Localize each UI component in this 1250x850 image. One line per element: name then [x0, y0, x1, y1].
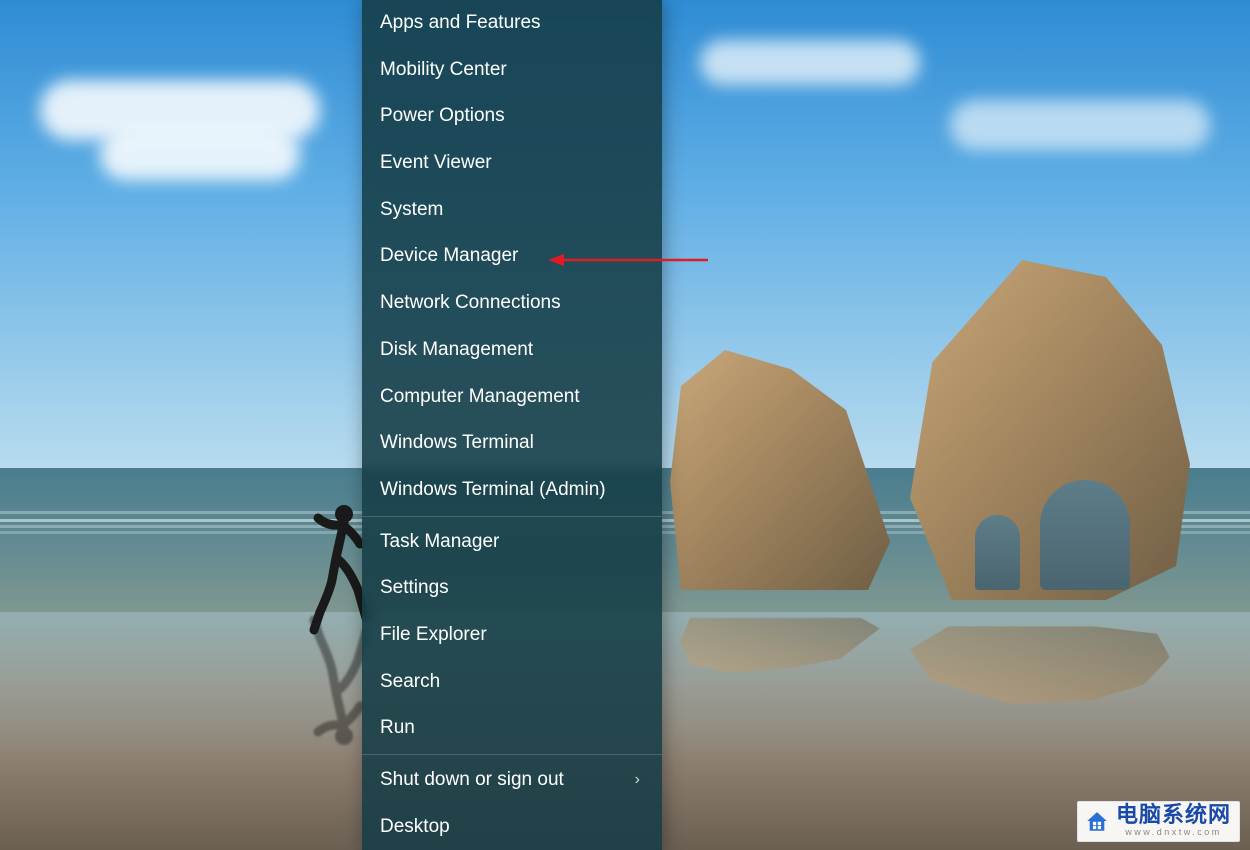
menu-item-computer-management[interactable]: Computer Management: [362, 374, 662, 421]
menu-item-desktop[interactable]: Desktop: [362, 804, 662, 850]
menu-separator: [362, 516, 662, 517]
menu-item-label: System: [380, 198, 443, 223]
menu-item-label: Windows Terminal (Admin): [380, 478, 606, 503]
menu-item-run[interactable]: Run: [362, 705, 662, 752]
desktop-wallpaper: Apps and Features Mobility Center Power Op…: [0, 0, 1250, 850]
menu-item-shutdown-signout[interactable]: Shut down or sign out ›: [362, 757, 662, 804]
menu-item-label: Mobility Center: [380, 58, 507, 83]
watermark-title: 电脑系统网: [1116, 804, 1231, 826]
menu-item-file-explorer[interactable]: File Explorer: [362, 612, 662, 659]
cloud: [700, 40, 920, 85]
menu-item-device-manager[interactable]: Device Manager: [362, 233, 662, 280]
menu-item-event-viewer[interactable]: Event Viewer: [362, 140, 662, 187]
menu-item-disk-management[interactable]: Disk Management: [362, 327, 662, 374]
menu-item-label: Shut down or sign out: [380, 768, 564, 793]
menu-item-label: Run: [380, 716, 415, 741]
menu-item-label: Network Connections: [380, 291, 561, 316]
menu-item-search[interactable]: Search: [362, 659, 662, 706]
menu-item-network-connections[interactable]: Network Connections: [362, 280, 662, 327]
cloud: [100, 130, 300, 180]
menu-item-label: Desktop: [380, 815, 450, 840]
menu-item-label: Search: [380, 670, 440, 695]
menu-item-label: Computer Management: [380, 385, 580, 410]
menu-item-label: Apps and Features: [380, 11, 541, 36]
chevron-right-icon: ›: [635, 770, 640, 791]
watermark: 电脑系统网 www.dnxtw.com: [1077, 801, 1240, 842]
menu-item-label: Device Manager: [380, 244, 518, 269]
menu-item-label: Disk Management: [380, 338, 533, 363]
menu-separator: [362, 754, 662, 755]
watermark-subtitle: www.dnxtw.com: [1116, 828, 1231, 837]
menu-item-label: File Explorer: [380, 623, 487, 648]
menu-item-windows-terminal-admin[interactable]: Windows Terminal (Admin): [362, 467, 662, 514]
cloud: [950, 100, 1210, 150]
wallpaper-rock-arch: [975, 515, 1020, 590]
watermark-house-icon: [1084, 808, 1110, 834]
menu-item-settings[interactable]: Settings: [362, 565, 662, 612]
winx-context-menu[interactable]: Apps and Features Mobility Center Power Op…: [362, 0, 662, 850]
wallpaper-rock-arch: [1040, 480, 1130, 590]
menu-item-power-options[interactable]: Power Options: [362, 93, 662, 140]
menu-item-apps-features[interactable]: Apps and Features: [362, 0, 662, 47]
menu-item-system[interactable]: System: [362, 187, 662, 234]
menu-item-mobility-center[interactable]: Mobility Center: [362, 47, 662, 94]
menu-item-label: Event Viewer: [380, 151, 492, 176]
menu-item-task-manager[interactable]: Task Manager: [362, 519, 662, 566]
menu-item-label: Settings: [380, 576, 449, 601]
menu-item-label: Windows Terminal: [380, 431, 534, 456]
menu-item-windows-terminal[interactable]: Windows Terminal: [362, 420, 662, 467]
menu-item-label: Task Manager: [380, 530, 499, 555]
menu-item-label: Power Options: [380, 104, 505, 129]
